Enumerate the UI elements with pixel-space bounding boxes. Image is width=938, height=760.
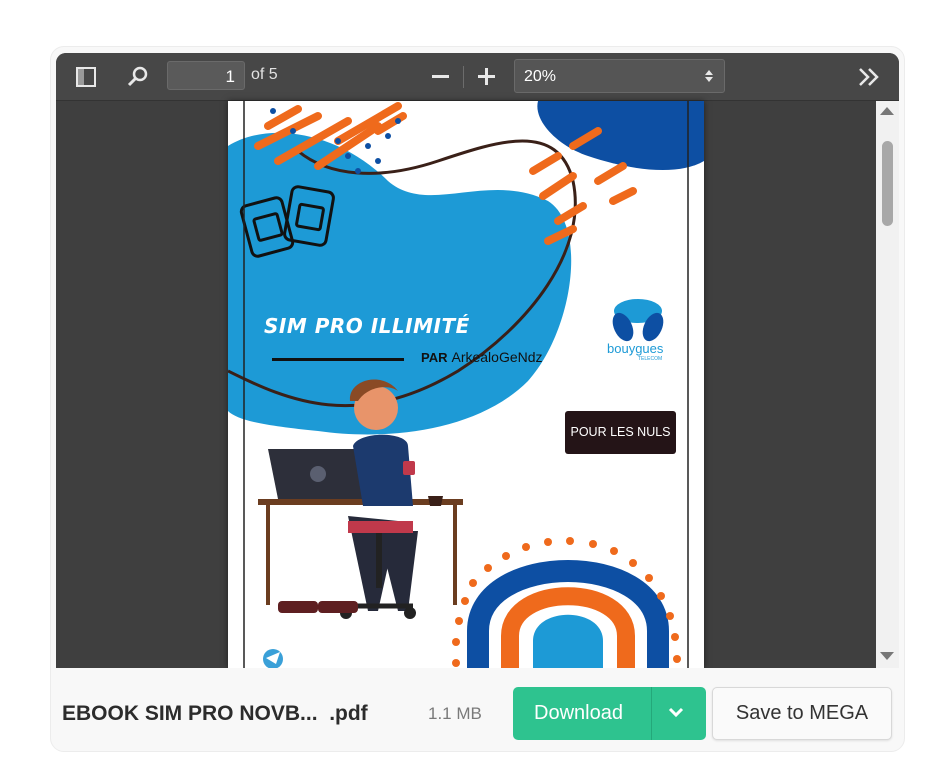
- brand-logo-text: bouygues: [607, 341, 664, 356]
- page-number-input[interactable]: 1: [167, 61, 245, 90]
- toolbar-divider: [463, 66, 464, 88]
- pdf-viewer: 1 of 5 20% SIM PRO ILLIMITÉ PAR ArkealoG…: [56, 53, 899, 668]
- scroll-down-arrow-icon[interactable]: [880, 652, 894, 660]
- double-chevron-right-icon[interactable]: [856, 65, 882, 89]
- scroll-up-arrow-icon[interactable]: [880, 107, 894, 115]
- pdf-toolbar: 1 of 5 20%: [56, 53, 899, 101]
- download-label: Download: [534, 702, 623, 724]
- chevron-down-icon[interactable]: [667, 705, 685, 719]
- cover-author-name: ArkealoGeNdz: [451, 349, 543, 365]
- vertical-scrollbar[interactable]: [876, 101, 899, 668]
- page-total: of 5: [251, 66, 278, 83]
- brand-logo-subtext: TELECOM: [638, 356, 663, 362]
- cover-par-label: PAR: [421, 350, 448, 365]
- zoom-in-icon[interactable]: [475, 63, 499, 89]
- scroll-thumb[interactable]: [882, 141, 893, 226]
- search-icon[interactable]: [126, 65, 150, 89]
- sidebar-toggle-icon[interactable]: [74, 65, 98, 89]
- zoom-out-icon[interactable]: [429, 63, 453, 89]
- document-area[interactable]: SIM PRO ILLIMITÉ PAR ArkealoGeNdz bouygue…: [56, 101, 876, 668]
- select-arrows-icon: [704, 68, 714, 84]
- file-info-bar: EBOOK SIM PRO NOVB... .pdf 1.1 MB Downlo…: [50, 672, 905, 752]
- cover-illustration: [228, 101, 704, 668]
- download-button[interactable]: Download: [513, 687, 706, 740]
- cover-title: SIM PRO ILLIMITÉ: [264, 314, 470, 338]
- file-size: 1.1 MB: [428, 704, 482, 723]
- cover-divider: [272, 358, 404, 361]
- zoom-select[interactable]: 20%: [514, 59, 725, 93]
- zoom-value: 20%: [524, 68, 557, 85]
- save-to-mega-button[interactable]: Save to MEGA: [712, 687, 892, 740]
- pdf-page: SIM PRO ILLIMITÉ PAR ArkealoGeNdz bouygue…: [228, 101, 704, 668]
- cover-author: PAR ArkealoGeNdz: [421, 349, 543, 365]
- download-divider: [651, 687, 652, 740]
- cover-badge: POUR LES NULS: [565, 411, 676, 454]
- file-name: EBOOK SIM PRO NOVB... .pdf: [62, 702, 368, 725]
